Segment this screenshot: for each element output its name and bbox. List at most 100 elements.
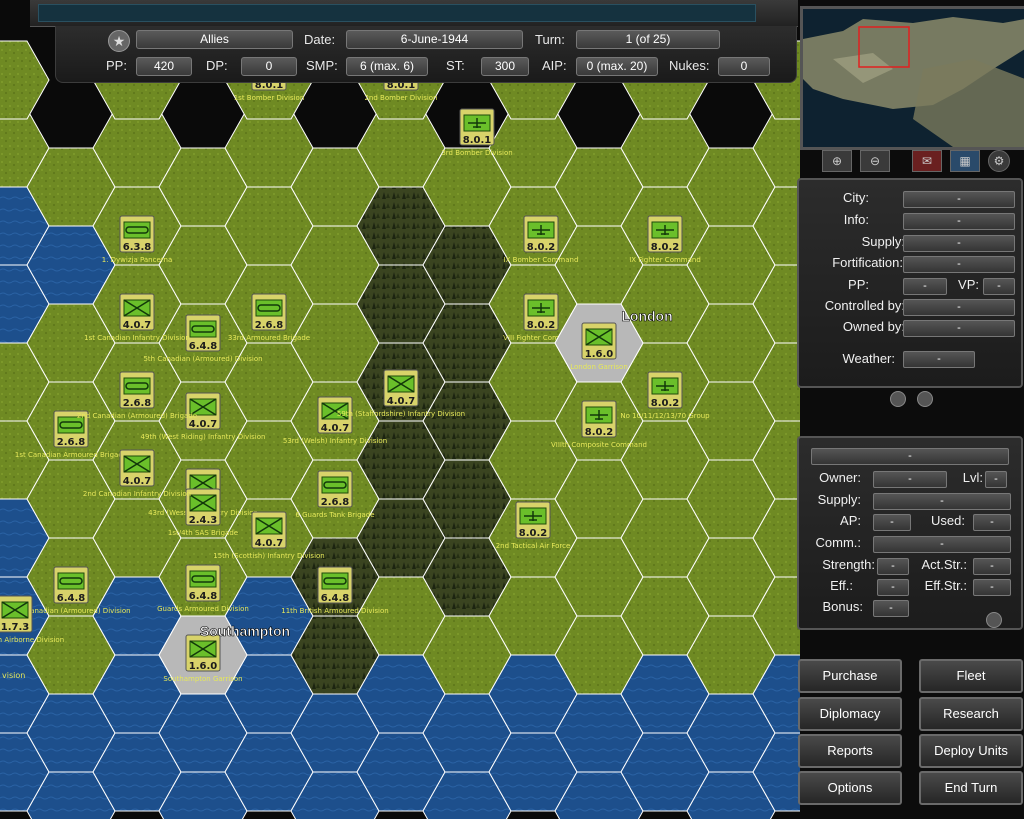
- eff-value: -: [877, 579, 909, 596]
- eff-label: Eff.:: [830, 578, 853, 593]
- unit-stat: 6.4.8: [57, 593, 86, 604]
- unit-stat: 4.0.7: [123, 476, 152, 487]
- ap-value: -: [873, 514, 911, 531]
- armor-unit-icon: [123, 377, 151, 395]
- unit-label: 6th British Airborne Division: [0, 636, 64, 644]
- dp-label: DP:: [206, 58, 228, 73]
- supply-label: Supply:: [861, 234, 905, 249]
- unit-stat: 8.0.2: [519, 528, 548, 539]
- unit-stat: 2.6.8: [57, 437, 86, 448]
- unit-stat: 2.6.8: [123, 398, 152, 409]
- smp-field: 6 (max. 6): [346, 57, 428, 76]
- diplomacy-button[interactable]: Diplomacy: [798, 697, 902, 731]
- smp-label: SMP:: [306, 58, 338, 73]
- unit-label: 59th (Staffordshire) Infantry Division: [337, 410, 465, 418]
- aip-field: 0 (max. 20): [576, 57, 658, 76]
- allies-star-icon: ★: [108, 30, 130, 52]
- date-label: Date:: [304, 32, 336, 47]
- weather-value: -: [903, 351, 975, 368]
- unit-label: 33rd Armoured Brigade: [228, 334, 310, 342]
- deploy-units-button[interactable]: Deploy Units: [919, 734, 1023, 768]
- pp-field: 420: [136, 57, 192, 76]
- unit-label: 5th Canadian (Armoured) Division: [143, 355, 262, 363]
- armor-unit-icon: [123, 221, 151, 239]
- vp-value: -: [983, 278, 1015, 295]
- unit-stat: 1.6.0: [585, 349, 614, 360]
- unit-label: 53rd (Welsh) Infantry Division: [283, 437, 387, 445]
- unit-stat: 1.6.0: [189, 661, 218, 672]
- panel-knob-icon: [917, 391, 933, 407]
- unit-label: 1st/4th SAS Brigade: [168, 529, 238, 537]
- owned-by-value: -: [903, 320, 1015, 337]
- armor-unit-icon: [255, 299, 283, 317]
- unit-stat: 4.0.7: [123, 320, 152, 331]
- unit-label: 11th British Armoured Division: [281, 607, 388, 615]
- unit-stat: 2.4.3: [189, 515, 218, 526]
- armor-unit-icon: [321, 476, 349, 494]
- strength-label: Strength:: [822, 557, 875, 572]
- options-button[interactable]: Options: [798, 771, 902, 805]
- unit-label: Southampton Garrison: [163, 675, 242, 683]
- act-str-label: Act.Str.:: [921, 557, 967, 572]
- hex-info-panel: City: - Info: - Supply: - Fortification:…: [797, 178, 1023, 388]
- vp-label: VP:: [958, 277, 979, 292]
- unit-stat: 8.0.2: [527, 320, 556, 331]
- end-turn-button[interactable]: End Turn: [919, 771, 1023, 805]
- unit-label: 1. Dywizja Pancerna: [102, 256, 173, 264]
- reports-button[interactable]: Reports: [798, 734, 902, 768]
- unit-supply-label: Supply:: [817, 492, 861, 507]
- map-toolbar: ⊕ ⊖ ✉ ▦ ⚙: [800, 148, 1022, 176]
- nukes-label: Nukes:: [669, 58, 710, 73]
- st-label: ST:: [446, 58, 465, 73]
- unit-label: 1st Canadian Infantry Division: [84, 334, 190, 342]
- unit-stat: 8.0.2: [651, 242, 680, 253]
- bonus-label: Bonus:: [822, 599, 863, 614]
- zoom-in-icon[interactable]: ⊕: [822, 150, 852, 172]
- unit-label: 2nd Bomber Division: [364, 94, 437, 102]
- unit-label: 2nd Tactical Air Force: [496, 542, 571, 550]
- settings-gear-icon[interactable]: ⚙: [988, 150, 1010, 172]
- unit-label: 15th (Scottish) Infantry Division: [213, 552, 325, 560]
- lvl-value: -: [985, 471, 1007, 488]
- strategic-map-icon[interactable]: ✉: [912, 150, 942, 172]
- dp-field: 0: [241, 57, 297, 76]
- unit-info-panel: - Owner: - Lvl: - Supply: - AP: - Used: …: [797, 436, 1023, 630]
- aip-label: AIP:: [542, 58, 567, 73]
- armor-unit-icon: [57, 572, 85, 590]
- unit-stat: 6.4.8: [321, 593, 350, 604]
- comm-label: Comm.:: [815, 535, 862, 550]
- unit-label: 2nd Canadian Infantry Division: [83, 490, 191, 498]
- unit-label: 6 Guards Tank Brigade: [295, 511, 374, 519]
- unit-panel-knob-icon: [986, 612, 1002, 628]
- owner-label: Owner:: [819, 470, 861, 485]
- purchase-button[interactable]: Purchase: [798, 659, 902, 693]
- unit-stat: 6.4.8: [189, 591, 218, 602]
- unit-stat: 6.4.8: [189, 341, 218, 352]
- overlay-icon[interactable]: ▦: [950, 150, 980, 172]
- fleet-button[interactable]: Fleet: [919, 659, 1023, 693]
- minimap[interactable]: [800, 6, 1024, 150]
- unit-label: No 10/11/12/13/70 Group: [620, 412, 710, 420]
- unit-label: IX Bomber Command: [504, 256, 579, 264]
- turn-label: Turn:: [535, 32, 565, 47]
- pp-label: PP:: [106, 58, 127, 73]
- act-str-value: -: [973, 558, 1011, 575]
- unit-label: 1st Bomber Division: [234, 94, 305, 102]
- research-button[interactable]: Research: [919, 697, 1023, 731]
- resource-hud: ★ Allies Date: 6-June-1944 Turn: 1 (of 2…: [55, 26, 797, 83]
- unit-label: London Garrison: [570, 363, 628, 371]
- unit-label: Guards Armoured Division: [157, 605, 249, 613]
- unit-stat: 6.3.8: [123, 242, 152, 253]
- ap-label: AP:: [840, 513, 861, 528]
- city-name-label: London: [621, 308, 672, 324]
- unit-name-value: -: [811, 448, 1009, 465]
- hex-map[interactable]: 8.0.1 1st Bomber Division 8.0.1 2nd Bomber …: [0, 0, 800, 819]
- pp-info-value: -: [903, 278, 947, 295]
- turn-field: 1 (of 25): [576, 30, 720, 49]
- zoom-out-icon[interactable]: ⊖: [860, 150, 890, 172]
- pp-info-label: PP:: [848, 277, 869, 292]
- unit-stat: 4.0.7: [387, 396, 416, 407]
- unit-stat: 8.0.2: [585, 427, 614, 438]
- strength-value: -: [877, 558, 909, 575]
- lvl-label: Lvl:: [962, 470, 983, 485]
